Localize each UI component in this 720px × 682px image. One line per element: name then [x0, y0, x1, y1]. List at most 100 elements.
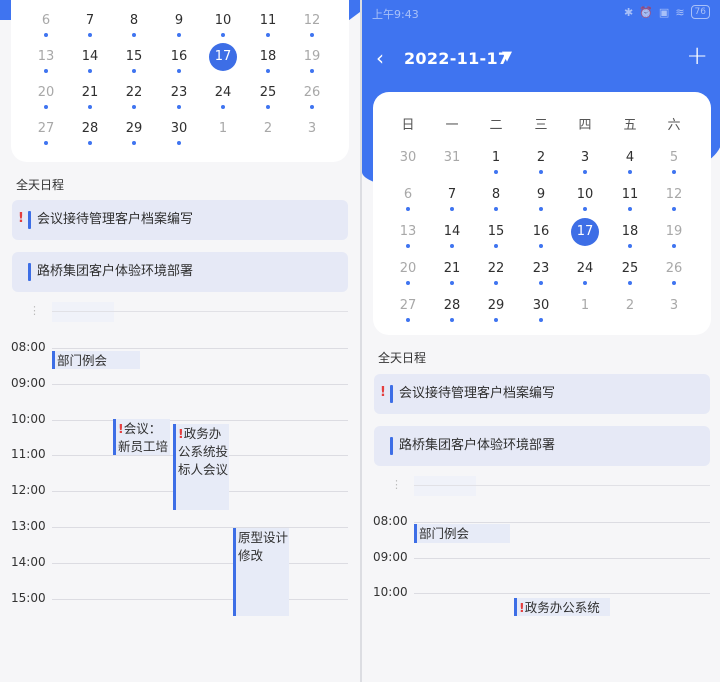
day-cell[interactable]: 30 — [386, 149, 430, 174]
day-cell[interactable]: 2 — [519, 149, 563, 174]
day-cell[interactable]: 14 — [68, 48, 112, 73]
day-cell[interactable]: 22 — [112, 84, 156, 109]
timed-event[interactable]: 部门例会 — [414, 524, 510, 543]
day-cell[interactable]: 30 — [157, 120, 201, 145]
day-cell[interactable]: 16 — [519, 223, 563, 248]
allday-event[interactable]: 路桥集团客户体验环境部署 — [12, 252, 348, 292]
day-cell[interactable]: 9 — [519, 186, 563, 211]
event-dot — [406, 281, 410, 285]
current-date[interactable]: 2022-11-17 — [404, 49, 509, 68]
day-cell[interactable]: 12 — [290, 12, 334, 37]
day-cell[interactable]: 6 — [386, 186, 430, 211]
hour-gridline — [52, 598, 348, 600]
day-cell[interactable]: 9 — [157, 12, 201, 37]
day-cell[interactable]: 10 — [563, 186, 607, 211]
back-icon[interactable]: ‹ — [376, 46, 384, 70]
day-cell[interactable]: 1 — [563, 297, 607, 322]
timed-event[interactable]: !政务办公系统投标人会议 — [173, 424, 229, 510]
day-cell[interactable]: 18 — [608, 223, 652, 248]
day-cell[interactable]: 8 — [112, 12, 156, 37]
timed-event[interactable]: !政务办公系统 — [514, 598, 610, 616]
selected-day-cell[interactable]: 17 — [201, 48, 245, 73]
selected-day-cell[interactable]: 17 — [563, 223, 607, 248]
day-cell[interactable]: 29 — [112, 120, 156, 145]
day-cell[interactable]: 5 — [652, 149, 696, 174]
day-cell[interactable]: 13 — [24, 48, 68, 73]
day-cell[interactable]: 3 — [290, 120, 334, 145]
day-cell[interactable]: 2 — [608, 297, 652, 322]
day-cell[interactable]: 4 — [608, 149, 652, 174]
day-cell[interactable]: 14 — [430, 223, 474, 248]
day-cell[interactable]: 22 — [474, 260, 518, 285]
day-number: 3 — [307, 121, 317, 136]
timed-event[interactable]: !会议：新员工培 — [113, 419, 170, 455]
allday-event[interactable]: 路桥集团客户体验环境部署 — [374, 426, 710, 466]
day-cell[interactable]: 8 — [474, 186, 518, 211]
event-dot — [628, 170, 632, 174]
day-cell[interactable]: 19 — [290, 48, 334, 73]
day-cell[interactable]: 23 — [157, 84, 201, 109]
day-cell[interactable]: 7 — [68, 12, 112, 37]
screen-icon: ▣ — [658, 5, 670, 19]
day-cell[interactable]: 25 — [246, 84, 290, 109]
day-cell[interactable]: 10 — [201, 12, 245, 37]
day-cell[interactable]: 3 — [563, 149, 607, 174]
hour-gridline — [414, 522, 710, 523]
day-cell[interactable]: 19 — [652, 223, 696, 248]
day-cell[interactable]: 23 — [519, 260, 563, 285]
day-cell[interactable]: 28 — [68, 120, 112, 145]
timed-event[interactable]: 原型设计修改 — [233, 528, 289, 616]
event-dot — [494, 281, 498, 285]
day-cell[interactable]: 11 — [246, 12, 290, 37]
day-cell[interactable]: 7 — [430, 186, 474, 211]
event-dot — [494, 170, 498, 174]
day-cell[interactable]: 13 — [386, 223, 430, 248]
day-cell[interactable]: 26 — [652, 260, 696, 285]
day-cell[interactable]: 1 — [201, 120, 245, 145]
day-cell[interactable]: 24 — [201, 84, 245, 109]
chevron-down-icon[interactable]: ▼ — [502, 49, 512, 64]
day-cell[interactable]: 18 — [246, 48, 290, 73]
event-color-bar — [28, 211, 31, 229]
day-cell[interactable]: 16 — [157, 48, 201, 73]
day-cell[interactable]: 29 — [474, 297, 518, 322]
day-cell[interactable]: 27 — [24, 120, 68, 145]
timed-event[interactable]: 部门例会 — [52, 351, 140, 369]
add-button[interactable]: + — [686, 41, 708, 71]
day-cell[interactable]: 2 — [246, 120, 290, 145]
battery-icon: 76 — [690, 5, 710, 19]
allday-event[interactable]: ! 会议接待管理客户档案编写 — [12, 200, 348, 240]
more-dots-icon[interactable]: ⋮ — [391, 478, 402, 491]
day-cell[interactable]: 24 — [563, 260, 607, 285]
day-number: 23 — [170, 85, 188, 100]
day-cell[interactable]: 27 — [386, 297, 430, 322]
event-dot — [88, 141, 92, 145]
day-cell[interactable]: 6 — [24, 12, 68, 37]
event-dot — [672, 170, 676, 174]
day-cell[interactable]: 25 — [608, 260, 652, 285]
day-number: 1 — [580, 298, 590, 313]
day-cell[interactable]: 20 — [24, 84, 68, 109]
more-dots-icon[interactable]: ⋮ — [29, 304, 40, 317]
day-cell[interactable]: 31 — [430, 149, 474, 174]
event-dot — [583, 207, 587, 211]
month-calendar: 日一二三四五六 30 31 1 2 3 4 5 6 7 8 9 10 11 12 13 14 15 16 17 18 19… — [373, 92, 711, 335]
allday-event[interactable]: ! 会议接待管理客户档案编写 — [374, 374, 710, 414]
day-cell[interactable]: 15 — [474, 223, 518, 248]
day-cell[interactable]: 12 — [652, 186, 696, 211]
day-cell[interactable]: 26 — [290, 84, 334, 109]
hour-gridline — [52, 527, 348, 528]
day-cell[interactable]: 3 — [652, 297, 696, 322]
day-cell[interactable]: 11 — [608, 186, 652, 211]
day-number: 29 — [125, 121, 143, 136]
day-cell[interactable]: 30 — [519, 297, 563, 322]
day-cell[interactable]: 1 — [474, 149, 518, 174]
day-cell[interactable]: 20 — [386, 260, 430, 285]
event-dot — [494, 244, 498, 248]
day-cell[interactable]: 15 — [112, 48, 156, 73]
day-number: 17 — [214, 49, 232, 64]
event-dot — [266, 33, 270, 37]
day-cell[interactable]: 28 — [430, 297, 474, 322]
day-cell[interactable]: 21 — [430, 260, 474, 285]
day-cell[interactable]: 21 — [68, 84, 112, 109]
